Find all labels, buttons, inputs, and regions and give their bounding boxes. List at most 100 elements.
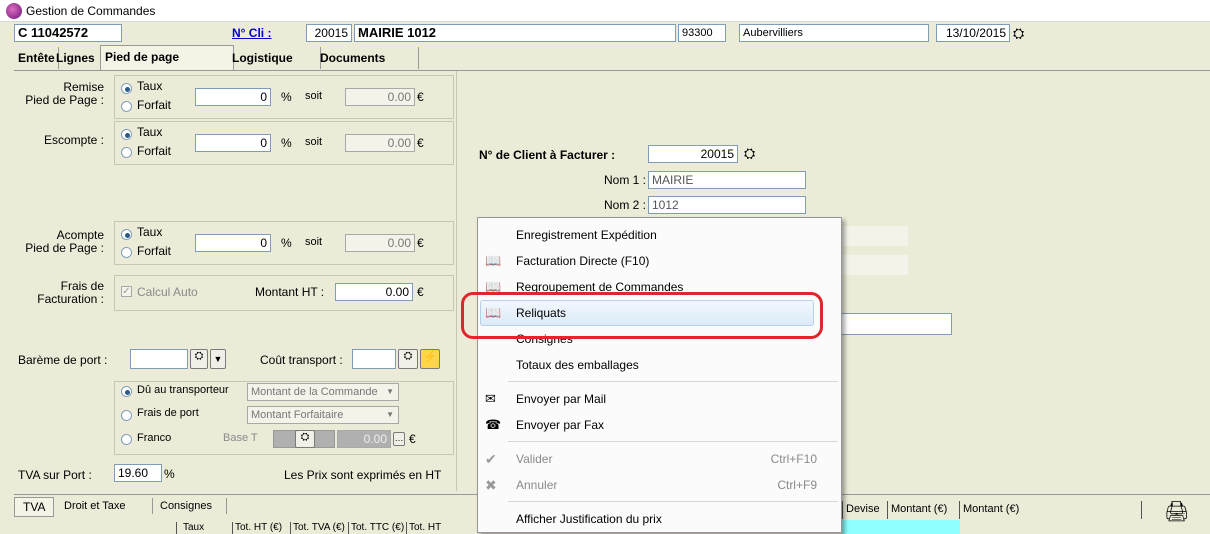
escompte-amount-field: 0.00 (345, 134, 415, 152)
tva-port-label: TVA sur Port : (18, 468, 92, 482)
menu-separator (508, 381, 838, 382)
escompte-euro: € (417, 136, 424, 150)
menu-separator (508, 501, 838, 502)
book-icon: 📖 (485, 253, 502, 268)
menu-item-envoyer-mail[interactable]: ✉ Envoyer par Mail (478, 386, 841, 412)
nom2-field[interactable]: 1012 (648, 196, 806, 214)
escompte-taux-input[interactable]: 0 (195, 134, 271, 152)
gear-icon: ⛭ (300, 431, 310, 443)
app-icon (6, 3, 22, 19)
bareme-search-button[interactable]: ⛭ (190, 349, 208, 369)
date-field[interactable]: 13/10/2015 (936, 24, 1010, 42)
franco-radio[interactable] (121, 434, 132, 445)
city-field[interactable]: Aubervilliers (739, 24, 929, 42)
tva-port-field[interactable]: 19.60 (114, 464, 162, 482)
remise-taux-radio[interactable] (121, 83, 132, 94)
remise-label: Remise Pied de Page : (25, 80, 104, 107)
tab-consignes[interactable]: Consignes (160, 500, 212, 512)
billing-client-field[interactable]: 20015 (648, 145, 738, 163)
acompte-taux-input[interactable]: 0 (195, 234, 271, 252)
cout-calc-button[interactable]: ⚡ (420, 349, 440, 369)
montant-forfaitaire-select[interactable]: Montant Forfaitaire ▼ (247, 406, 399, 424)
gear-icon: ⛭ (403, 350, 413, 362)
bareme-input[interactable] (130, 349, 188, 369)
frais-de-port-label: Frais de port (137, 407, 199, 419)
menu-item-justification-prix[interactable]: Afficher Justification du prix (478, 506, 841, 532)
menu-item-label: Afficher Justification du prix (516, 512, 662, 526)
remise-group: Taux Forfait 0 % soit 0.00 € (114, 75, 454, 119)
menu-item-shortcut: Ctrl+F10 (770, 452, 817, 466)
client-name-field[interactable]: MAIRIE 1012 (354, 24, 676, 42)
base-t-label: Base T (223, 432, 258, 444)
base-t-more-button: … (393, 432, 405, 446)
tva-port-percent: % (164, 467, 175, 481)
remise-taux-input[interactable]: 0 (195, 88, 271, 106)
menu-item-annuler: ✖ Annuler Ctrl+F9 (478, 472, 841, 498)
tab-logistique[interactable]: Logistique (228, 47, 321, 69)
postal-code-field[interactable]: 93300 (678, 24, 726, 42)
grid-header-devise: Devise (842, 501, 888, 519)
escompte-group: Taux Forfait 0 % soit 0.00 € (114, 121, 454, 165)
bareme-dropdown-button[interactable]: ▼ (210, 349, 226, 369)
menu-item-enregistrement-expedition[interactable]: Enregistrement Expédition (478, 222, 841, 248)
chevron-down-icon: ▼ (386, 387, 394, 396)
grid-header-montant-1: Montant (€) (888, 501, 960, 519)
menu-item-facturation-directe[interactable]: 📖 Facturation Directe (F10) (478, 248, 841, 274)
montant-ht-label: Montant HT : (255, 285, 325, 299)
menu-item-label: Annuler (516, 478, 558, 492)
franco-label: Franco (137, 432, 172, 444)
tab-lignes[interactable]: Lignes (52, 47, 105, 69)
base-t-euro: € (409, 432, 416, 446)
print-icon[interactable]: 🖨 (1164, 499, 1189, 524)
base-t-amount: 0.00 (337, 430, 391, 448)
cross-icon: ✖ (485, 477, 497, 493)
menu-item-totaux-emballages[interactable]: Totaux des emballages (478, 352, 841, 378)
calcul-auto-label: Calcul Auto (137, 285, 198, 299)
fax-icon: ☎ (485, 417, 502, 432)
billing-search-icon[interactable]: ⛭ (744, 145, 755, 162)
billing-extra-field-1 (834, 226, 908, 246)
tab-documents[interactable]: Documents (316, 47, 419, 69)
acompte-forfait-label: Forfait (137, 244, 172, 258)
base-t-search-button: ⛭ (295, 430, 315, 448)
billing-client-label: N° de Client à Facturer : (479, 148, 616, 162)
acompte-taux-radio[interactable] (121, 229, 132, 240)
client-number-field[interactable]: 20015 (306, 24, 352, 42)
montant-commande-select[interactable]: Montant de la Commande ▼ (247, 383, 399, 401)
billing-extra-field-3[interactable] (834, 313, 952, 335)
du-transporteur-radio[interactable] (121, 386, 132, 397)
grid-header-tot-ttc: Tot. TTC (€) (348, 522, 406, 534)
check-icon: ✔ (485, 451, 497, 467)
bareme-label: Barème de port : (18, 353, 108, 367)
tab-divider (152, 498, 153, 514)
escompte-label: Escompte : (43, 133, 104, 147)
menu-item-label: Facturation Directe (F10) (516, 254, 650, 268)
remise-soit: soit (305, 90, 323, 102)
acompte-forfait-radio[interactable] (121, 247, 132, 258)
remise-forfait-radio[interactable] (121, 101, 132, 112)
escompte-forfait-radio[interactable] (121, 147, 132, 158)
escompte-taux-radio[interactable] (121, 129, 132, 140)
frais-de-port-radio[interactable] (121, 410, 132, 421)
montant-ht-field[interactable]: 0.00 (335, 283, 413, 301)
cout-search-button[interactable]: ⛭ (398, 349, 418, 369)
menu-item-envoyer-fax[interactable]: ☎ Envoyer par Fax (478, 412, 841, 438)
tab-droit-taxe[interactable]: Droit et Taxe (64, 500, 126, 512)
order-number-field[interactable]: C 11042572 (14, 24, 122, 42)
prix-ht-note: Les Prix sont exprimés en HT (284, 468, 442, 482)
acompte-taux-label: Taux (137, 225, 163, 239)
escompte-percent: % (281, 136, 292, 150)
billing-extra-field-2 (834, 255, 908, 275)
remise-amount-field: 0.00 (345, 88, 415, 106)
refresh-icon[interactable]: ⛭ (1013, 25, 1024, 42)
remise-taux-label: Taux (137, 79, 163, 93)
montant-commande-value: Montant de la Commande (251, 386, 378, 398)
tab-tva[interactable]: TVA (14, 497, 55, 517)
calcul-auto-checkbox[interactable]: ✓ (121, 286, 132, 297)
client-number-link[interactable]: N° Cli : (232, 26, 271, 40)
remise-euro: € (417, 90, 424, 104)
cout-transport-input[interactable] (352, 349, 396, 369)
nom1-field[interactable]: MAIRIE (648, 171, 806, 189)
acompte-soit: soit (305, 236, 323, 248)
tab-pied-de-page[interactable]: Pied de page (100, 45, 234, 70)
